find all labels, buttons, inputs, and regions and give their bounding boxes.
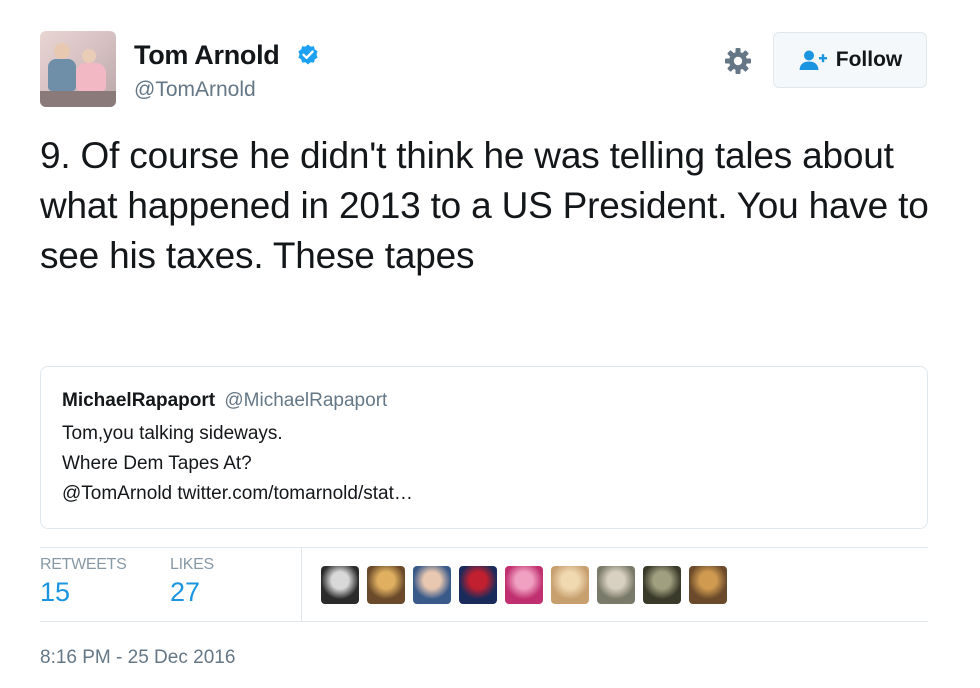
likes-count: 27 <box>170 577 201 607</box>
liker-avatar-6[interactable] <box>551 566 589 604</box>
stats-divider-bottom <box>40 621 928 622</box>
stats-vertical-separator <box>301 548 302 621</box>
quoted-tweet-header: MichaelRapaport @MichaelRapaport <box>62 390 387 412</box>
liker-avatar-7[interactable] <box>597 566 635 604</box>
quoted-text-line: @TomArnold twitter.com/tomarnold/stat… <box>62 483 413 504</box>
avatar-child-body-right <box>76 63 106 91</box>
verified-badge-icon <box>298 44 318 65</box>
author-avatar[interactable] <box>40 31 116 107</box>
author-handle[interactable]: @TomArnold <box>134 78 256 102</box>
liker-avatar-4[interactable] <box>459 566 497 604</box>
follow-button[interactable]: Follow <box>773 32 927 88</box>
liker-avatar-5[interactable] <box>505 566 543 604</box>
quoted-text-line: Tom,you talking sideways. <box>62 423 283 444</box>
likes-stat[interactable]: LIKES 27 <box>170 556 214 608</box>
retweets-count: 15 <box>40 577 71 607</box>
quoted-author-handle: @MichaelRapaport <box>224 390 388 411</box>
likes-label: LIKES <box>170 556 214 573</box>
gear-icon[interactable] <box>722 45 754 77</box>
quoted-tweet-card[interactable]: MichaelRapaport @MichaelRapaport Tom,you… <box>40 366 928 529</box>
avatar-child-head-left <box>54 43 70 59</box>
quoted-text-line: Where Dem Tapes At? <box>62 453 252 474</box>
liker-avatar-9[interactable] <box>689 566 727 604</box>
liker-avatar-2[interactable] <box>367 566 405 604</box>
tweet-text: 9. Of course he didn't think he was tell… <box>40 135 929 276</box>
follow-button-label: Follow <box>835 48 903 71</box>
quoted-author-name: MichaelRapaport <box>62 390 216 411</box>
retweets-label: RETWEETS <box>40 556 127 573</box>
liker-avatar-8[interactable] <box>643 566 681 604</box>
avatar-child-head-right <box>82 49 96 63</box>
liker-avatars <box>321 566 727 604</box>
stats-divider-top <box>40 547 928 548</box>
avatar-child-body-left <box>48 59 76 91</box>
liker-avatar-1[interactable] <box>321 566 359 604</box>
author-display-name[interactable]: Tom Arnold <box>134 40 280 71</box>
avatar-floor <box>40 91 116 107</box>
liker-avatar-3[interactable] <box>413 566 451 604</box>
retweets-stat[interactable]: RETWEETS 15 <box>40 556 127 608</box>
add-user-icon <box>799 50 827 70</box>
tweet-timestamp[interactable]: 8:16 PM - 25 Dec 2016 <box>40 647 235 669</box>
